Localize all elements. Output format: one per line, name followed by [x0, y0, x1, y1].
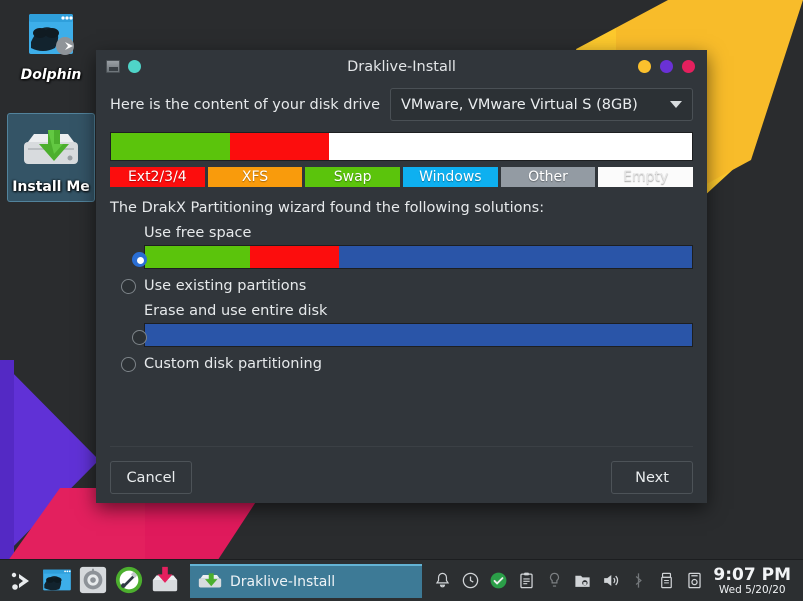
desktop[interactable]: Dolphin Install Me Draklive-Install: [0, 0, 803, 601]
legend-ext2-3-4[interactable]: Ext2/3/4: [110, 167, 205, 187]
hard-drive-download-icon: [8, 120, 94, 176]
radio-use-free-space[interactable]: [132, 252, 147, 267]
system-tray: 9:07 PM Wed 5/20/20: [433, 566, 803, 596]
disk-usage-bar: [110, 132, 693, 161]
preview-segment: [339, 246, 692, 268]
taskbar-task-draklive-install[interactable]: Draklive-Install: [190, 564, 422, 598]
option-use-free-space[interactable]: Use free space: [110, 226, 693, 269]
bulb-icon[interactable]: [545, 571, 564, 590]
desktop-icon-dolphin[interactable]: Dolphin: [7, 8, 95, 82]
legend-xfs[interactable]: XFS: [208, 167, 303, 187]
next-button[interactable]: Next: [611, 461, 693, 494]
settings-gear-icon[interactable]: [78, 565, 110, 597]
dolphin-icon[interactable]: [42, 565, 74, 597]
install-arrow-icon[interactable]: [150, 565, 182, 597]
preview-segment: [145, 324, 692, 346]
taskbar-launchers: [0, 565, 182, 597]
option-preview-bar: [144, 245, 693, 269]
chevron-down-icon: [670, 101, 682, 108]
network-lock-icon[interactable]: [573, 571, 592, 590]
legend-label: Ext2/3/4: [128, 169, 187, 185]
option-label: Erase and use entire disk: [144, 304, 693, 319]
minimize-button[interactable]: [638, 60, 651, 73]
legend-empty[interactable]: Empty: [598, 167, 693, 187]
legend-windows[interactable]: Windows: [403, 167, 498, 187]
preview-segment: [145, 246, 250, 268]
tools-icon[interactable]: [114, 565, 146, 597]
window-body: Here is the content of your disk drive V…: [96, 88, 707, 508]
legend-label: Windows: [419, 169, 482, 185]
option-preview-bar: [144, 323, 693, 347]
kickoff-menu-icon[interactable]: [6, 565, 38, 597]
disk-segment-ext2-3-4[interactable]: [230, 133, 329, 160]
bluetooth-icon[interactable]: [629, 571, 648, 590]
drive-select-value: VMware, VMware Virtual S (8GB): [401, 97, 638, 113]
media-device-icon[interactable]: [685, 571, 704, 590]
legend-label: XFS: [242, 169, 268, 185]
check-circle-icon[interactable]: [489, 571, 508, 590]
window-titlebar[interactable]: Draklive-Install: [96, 50, 707, 83]
drive-label: Here is the content of your disk drive: [110, 97, 380, 113]
legend-label: Other: [528, 169, 568, 185]
disk-segment-empty[interactable]: [329, 133, 692, 160]
radio-erase-and-use-entire-disk[interactable]: [132, 330, 147, 345]
radio-custom-disk-partitioning[interactable]: [121, 357, 136, 372]
taskbar-task-label: Draklive-Install: [230, 574, 335, 590]
option-use-existing-partitions[interactable]: Use existing partitions: [110, 279, 693, 294]
desktop-icon-label: Dolphin: [7, 68, 95, 82]
folder-dolphin-icon: [7, 8, 95, 64]
partition-options: Use free space Use existing partitions Era…: [110, 226, 693, 372]
radio-use-existing-partitions[interactable]: [121, 279, 136, 294]
close-button[interactable]: [682, 60, 695, 73]
preview-segment: [250, 246, 339, 268]
bell-icon[interactable]: [433, 571, 452, 590]
cancel-button[interactable]: Cancel: [110, 461, 192, 494]
taskbar[interactable]: Draklive-Install: [0, 559, 803, 601]
desktop-icon-install-me[interactable]: Install Me: [7, 113, 95, 202]
option-label: Custom disk partitioning: [144, 357, 322, 372]
clipboard-icon[interactable]: [517, 571, 536, 590]
draklive-install-window[interactable]: Draklive-Install Here is the content of …: [96, 50, 707, 503]
disk-segment-swap[interactable]: [111, 133, 230, 160]
clock-icon[interactable]: [461, 571, 480, 590]
teal-dot-icon: [128, 60, 141, 73]
clock-time: 9:07 PM: [713, 566, 791, 584]
window-footer: Cancel Next: [110, 446, 693, 494]
legend-other[interactable]: Other: [501, 167, 596, 187]
legend-swap[interactable]: Swap: [305, 167, 400, 187]
legend-label: Swap: [334, 169, 372, 185]
window-title: Draklive-Install: [96, 59, 707, 75]
hard-drive-download-icon: [198, 569, 222, 595]
clock[interactable]: 9:07 PM Wed 5/20/20: [713, 566, 795, 596]
clock-date: Wed 5/20/20: [713, 584, 791, 596]
drive-row: Here is the content of your disk drive V…: [110, 88, 693, 121]
drive-select[interactable]: VMware, VMware Virtual S (8GB): [390, 88, 693, 121]
usb-stick-icon[interactable]: [657, 571, 676, 590]
background-shape-purple-edge: [0, 360, 14, 560]
option-label: Use existing partitions: [144, 279, 306, 294]
speaker-icon[interactable]: [601, 571, 620, 590]
option-erase-and-use-entire-disk[interactable]: Erase and use entire disk: [110, 304, 693, 347]
partition-legend: Ext2/3/4 XFS Swap Windows Other Empty: [110, 167, 693, 187]
option-custom-disk-partitioning[interactable]: Custom disk partitioning: [110, 357, 693, 372]
legend-label: Empty: [623, 169, 668, 185]
maximize-button[interactable]: [660, 60, 673, 73]
solutions-label: The DrakX Partitioning wizard found the …: [110, 200, 693, 216]
app-icon: [106, 60, 120, 73]
desktop-icon-label: Install Me: [8, 180, 94, 194]
option-label: Use free space: [144, 226, 693, 241]
